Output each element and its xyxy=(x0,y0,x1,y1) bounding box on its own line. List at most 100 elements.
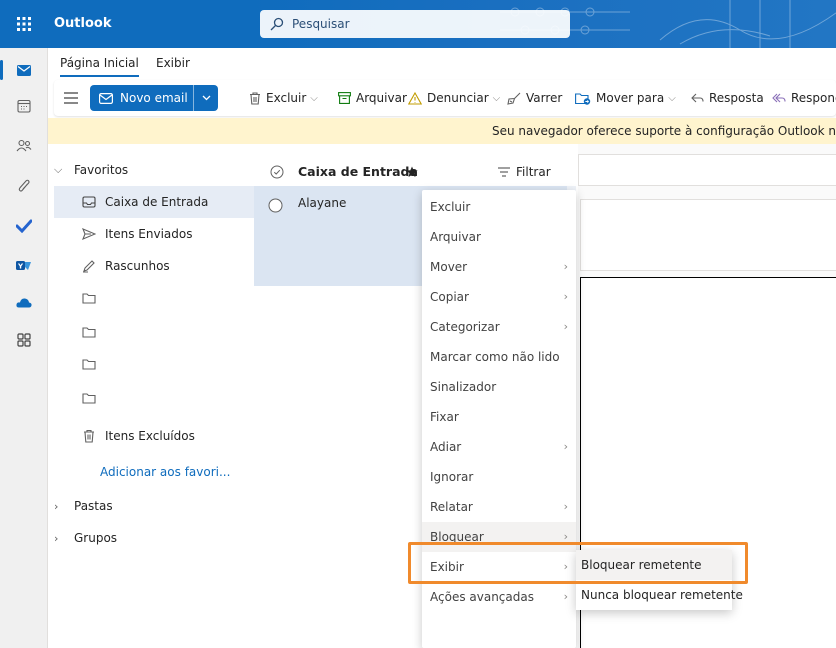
message-list-header: Caixa de Entrada Filtrar xyxy=(254,158,576,186)
chevron-down-icon: ⌵ xyxy=(668,92,676,104)
filter-button[interactable]: Filtrar xyxy=(498,165,551,179)
people-app-button[interactable] xyxy=(0,128,48,164)
folder-icon xyxy=(82,293,96,304)
chevron-right-icon: › xyxy=(563,440,568,453)
viva-engage-icon: Y xyxy=(16,261,31,271)
menu-item-ignore[interactable]: Ignorar xyxy=(422,462,576,492)
menu-label: Arquivar xyxy=(430,230,481,244)
favorites-header[interactable]: ⌵ Favoritos xyxy=(54,154,254,186)
menu-label: Mover xyxy=(430,260,468,274)
archive-label: Arquivar xyxy=(356,91,407,105)
more-apps-button[interactable] xyxy=(0,322,48,358)
chevron-down-icon: ⌵ xyxy=(54,163,63,176)
highlight-box xyxy=(408,542,748,584)
calendar-app-button[interactable] xyxy=(0,88,48,124)
new-mail-main[interactable]: Novo email xyxy=(90,85,194,111)
tab-view[interactable]: Exibir xyxy=(156,56,190,70)
move-to-label: Mover para xyxy=(596,91,665,105)
new-mail-dropdown[interactable] xyxy=(194,85,218,111)
chevron-down-icon xyxy=(202,95,210,101)
menu-label: Marcar como não lido xyxy=(430,350,560,364)
folder-label: Caixa de Entrada xyxy=(105,195,209,209)
people-icon xyxy=(16,139,32,152)
groups-group-header[interactable]: › Grupos xyxy=(54,522,254,554)
archive-button[interactable]: Arquivar xyxy=(338,80,407,116)
chevron-right-icon: › xyxy=(54,531,59,545)
folders-group-header[interactable]: › Pastas xyxy=(54,490,254,522)
search-input[interactable]: Pesquisar xyxy=(260,10,570,38)
notice-text[interactable]: Seu navegador oferece suporte à configur… xyxy=(492,124,836,138)
chevron-right-icon: › xyxy=(54,499,59,513)
select-circle-icon[interactable] xyxy=(268,198,283,213)
tab-home[interactable]: Página Inicial xyxy=(60,56,139,77)
menu-item-pin[interactable]: Fixar xyxy=(422,402,576,432)
folder-drafts[interactable]: Rascunhos xyxy=(54,250,254,282)
menu-label: Copiar xyxy=(430,290,469,304)
folder-inbox[interactable]: Caixa de Entrada xyxy=(54,186,254,218)
menu-item-delete[interactable]: Excluir xyxy=(422,192,576,222)
todo-app-button[interactable] xyxy=(0,208,48,244)
send-icon xyxy=(82,227,96,241)
chevron-right-icon: › xyxy=(563,500,568,513)
attachments-app-button[interactable] xyxy=(0,168,48,204)
message-list-title: Caixa de Entrada xyxy=(298,164,418,179)
menu-label: Excluir xyxy=(430,200,471,214)
folder-custom-3[interactable] xyxy=(54,348,254,380)
menu-item-categorize[interactable]: Categorizar › xyxy=(422,312,576,342)
search-icon xyxy=(270,17,284,31)
chevron-down-icon: ⌵ xyxy=(310,92,318,104)
sweep-button[interactable]: Varrer xyxy=(507,80,562,116)
onedrive-app-button[interactable] xyxy=(0,284,48,320)
ribbon-tabs: Página Inicial Exibir xyxy=(48,48,836,80)
folder-icon xyxy=(82,359,96,370)
delete-label: Excluir xyxy=(266,91,307,105)
app-title[interactable]: Outlook xyxy=(54,16,111,31)
hamburger-icon xyxy=(64,92,78,104)
chevron-right-icon: › xyxy=(563,260,568,273)
hamburger-menu-button[interactable] xyxy=(64,80,83,116)
trash-icon xyxy=(250,91,260,105)
menu-item-archive[interactable]: Arquivar xyxy=(422,222,576,252)
folders-group-label: Pastas xyxy=(74,499,113,513)
menu-item-move[interactable]: Mover › xyxy=(422,252,576,282)
folder-move-icon xyxy=(575,92,591,105)
star-icon[interactable] xyxy=(406,166,418,178)
report-button[interactable]: Denunciar ⌵ xyxy=(408,80,500,116)
menu-item-copy[interactable]: Copiar › xyxy=(422,282,576,312)
mail-app-button[interactable] xyxy=(0,52,48,88)
folder-icon xyxy=(82,393,96,404)
warning-icon xyxy=(408,91,422,105)
menu-item-snooze[interactable]: Adiar › xyxy=(422,432,576,462)
menu-label: Adiar xyxy=(430,440,462,454)
trash-icon xyxy=(84,429,94,443)
menu-label: Ações avançadas xyxy=(430,590,534,604)
folder-custom-2[interactable] xyxy=(54,316,254,348)
new-mail-button[interactable]: Novo email xyxy=(90,85,218,111)
todo-icon xyxy=(16,219,32,233)
folder-custom-1[interactable] xyxy=(54,282,254,314)
reading-pane-message-header xyxy=(580,199,836,271)
menu-item-mark-unread[interactable]: Marcar como não lido xyxy=(422,342,576,372)
move-to-button[interactable]: Mover para ⌵ xyxy=(575,80,676,116)
add-to-favorites-link[interactable]: Adicionar aos favori... xyxy=(54,456,254,488)
chevron-right-icon: › xyxy=(563,590,568,603)
apps-grid-icon xyxy=(17,333,31,347)
menu-item-report[interactable]: Relatar › xyxy=(422,492,576,522)
viva-engage-app-button[interactable]: Y xyxy=(0,248,48,284)
reply-icon xyxy=(691,93,704,103)
folder-custom-4[interactable] xyxy=(54,382,254,414)
menu-item-never-block-sender[interactable]: Nunca bloquear remetente xyxy=(576,580,743,610)
delete-button[interactable]: Excluir ⌵ xyxy=(249,80,318,116)
groups-group-label: Grupos xyxy=(74,531,118,545)
reading-pane-header xyxy=(578,154,836,186)
menu-item-flag[interactable]: Sinalizador xyxy=(422,372,576,402)
folder-deleted[interactable]: Itens Excluídos xyxy=(54,420,254,452)
reply-button[interactable]: Resposta xyxy=(691,80,764,116)
menu-label: Relatar xyxy=(430,500,473,514)
menu-item-advanced-actions[interactable]: Ações avançadas › xyxy=(422,582,576,612)
select-all-icon[interactable] xyxy=(270,165,284,179)
app-rail: Y xyxy=(0,48,48,648)
folder-sent[interactable]: Itens Enviados xyxy=(54,218,254,250)
app-launcher-button[interactable] xyxy=(0,0,48,48)
reply-all-button[interactable]: Respond xyxy=(772,80,836,116)
